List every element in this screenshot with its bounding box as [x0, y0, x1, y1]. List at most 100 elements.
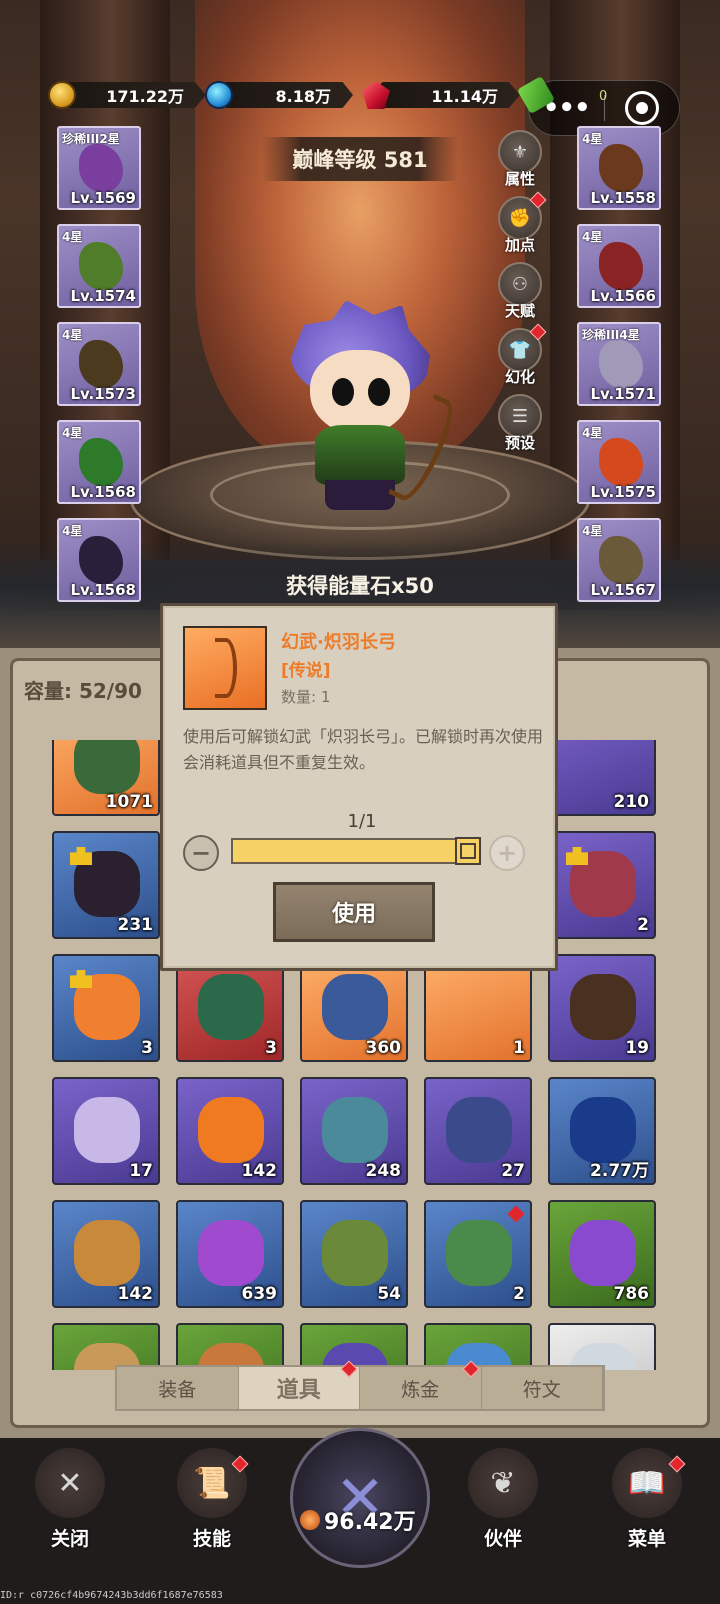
- inventory-item[interactable]: [52, 1323, 160, 1370]
- inventory-item[interactable]: 2: [548, 831, 656, 939]
- item-count: 639: [241, 1284, 278, 1304]
- nav-skill-label: 技能: [192, 1528, 231, 1550]
- slot-star-label: 4星: [62, 524, 83, 538]
- inventory-item[interactable]: 1071: [52, 740, 160, 816]
- side-button-5[interactable]: ☰ 预设: [494, 394, 546, 454]
- item-count: 2.77万: [590, 1161, 649, 1181]
- close-mini-program-button[interactable]: [605, 91, 680, 125]
- side-button-label: 属性: [504, 170, 535, 188]
- equipment-slot[interactable]: 4星 Lv.1568: [57, 518, 141, 602]
- side-button-1[interactable]: ⚜ 属性: [494, 130, 546, 190]
- item-art-icon: [570, 1097, 636, 1163]
- gear-icon: [79, 536, 123, 584]
- inventory-item[interactable]: 54: [300, 1200, 408, 1308]
- gold-amount: 171.22万: [66, 82, 206, 108]
- inventory-item[interactable]: 17: [52, 1077, 160, 1185]
- battle-power-value: 96.42万: [324, 1510, 416, 1535]
- equipment-slot[interactable]: 4星 Lv.1566: [577, 224, 661, 308]
- slot-level: Lv.1573: [70, 385, 136, 403]
- hero-eye: [332, 378, 354, 406]
- slider-handle[interactable]: [455, 837, 481, 865]
- item-description: 使用后可解锁幻武「炽羽长弓」。已解锁时再次使用会消耗道具但不重复生效。: [183, 727, 544, 772]
- inventory-item[interactable]: 231: [52, 831, 160, 939]
- item-art-icon: [74, 740, 140, 794]
- equipment-slot[interactable]: 4星 Lv.1568: [57, 420, 141, 504]
- inventory-item[interactable]: [548, 1323, 656, 1370]
- inventory-item[interactable]: [176, 1323, 284, 1370]
- item-thumbnail: [183, 626, 267, 710]
- item-use-dialog: 幻武·炽羽长弓 [传说] 数量: 1 使用后可解锁幻武「炽羽长弓」。已解锁时再次…: [160, 603, 558, 971]
- slot-star-label: 4星: [62, 328, 83, 342]
- item-count: 19: [625, 1038, 649, 1058]
- nav-skill[interactable]: 📜 技能: [162, 1448, 262, 1550]
- item-count: 210: [613, 792, 650, 812]
- nav-battle[interactable]: ✕: [290, 1428, 430, 1568]
- item-art-icon: [446, 1220, 512, 1286]
- gear-icon: [79, 438, 123, 486]
- inventory-item[interactable]: 19: [548, 954, 656, 1062]
- item-art-icon: [198, 974, 264, 1040]
- gear-icon: [79, 242, 123, 290]
- nav-close[interactable]: ✕ 关闭: [20, 1448, 120, 1550]
- side-button-4[interactable]: 👕 幻化: [494, 323, 547, 388]
- diamond-amount: 8.18万: [223, 82, 353, 108]
- equipment-slot[interactable]: 4星 Lv.1575: [577, 420, 661, 504]
- app-root: 171.22万 8.18万 11.14万 ••• 0 巅峰等级 581 获得能量…: [0, 0, 720, 1604]
- puzzle-piece-icon: [70, 847, 92, 865]
- side-button-label: 预设: [504, 434, 535, 452]
- gold-counter[interactable]: 171.22万: [48, 80, 206, 110]
- inventory-item[interactable]: 2.77万: [548, 1077, 656, 1185]
- inventory-item[interactable]: 248: [300, 1077, 408, 1185]
- inventory-item[interactable]: [300, 1323, 408, 1370]
- item-art-icon: [570, 974, 636, 1040]
- tab-1[interactable]: 装备: [117, 1367, 239, 1409]
- item-art-icon: [446, 1097, 512, 1163]
- item-count: 360: [365, 1038, 402, 1058]
- inventory-item[interactable]: 27: [424, 1077, 532, 1185]
- equipment-slot[interactable]: 4星 Lv.1567: [577, 518, 661, 602]
- increase-button[interactable]: +: [489, 835, 525, 871]
- longbow-icon: [215, 638, 237, 698]
- power-orb-icon: [300, 1510, 320, 1530]
- ticket-counter[interactable]: [516, 75, 556, 115]
- slot-level: Lv.1568: [70, 581, 136, 599]
- nav-partner[interactable]: ❦ 伙伴: [453, 1448, 553, 1550]
- puzzle-piece-icon: [70, 970, 92, 988]
- inventory-item[interactable]: 210: [548, 740, 656, 816]
- equipment-slot[interactable]: 4星 Lv.1574: [57, 224, 141, 308]
- nav-menu[interactable]: 📖 菜单: [597, 1448, 697, 1550]
- decrease-button[interactable]: −: [183, 835, 219, 871]
- inventory-item[interactable]: 142: [176, 1077, 284, 1185]
- equipment-slot[interactable]: 4星 Lv.1573: [57, 322, 141, 406]
- tab-4[interactable]: 符文: [482, 1367, 603, 1409]
- inventory-item[interactable]: 639: [176, 1200, 284, 1308]
- equipment-slot[interactable]: 4星 Lv.1558: [577, 126, 661, 210]
- inventory-item[interactable]: 2: [424, 1200, 532, 1308]
- equipment-slot[interactable]: 珍稀III2星 Lv.1569: [57, 126, 141, 210]
- puzzle-piece-icon: [566, 847, 588, 865]
- use-button[interactable]: 使用: [273, 882, 435, 942]
- item-count: 17: [129, 1161, 153, 1181]
- equipment-slot[interactable]: 珍稀III4星 Lv.1571: [577, 322, 661, 406]
- session-id: ID:r c0726cf4b9674243b3dd6f1687e76583: [0, 1590, 223, 1601]
- tab-label: 符文: [522, 1378, 561, 1401]
- inventory-item[interactable]: [424, 1323, 532, 1370]
- ruby-counter[interactable]: 11.14万: [362, 80, 520, 110]
- side-button-2[interactable]: ✊ 加点: [494, 191, 547, 256]
- inventory-item[interactable]: 786: [548, 1200, 656, 1308]
- ticket-amount: 0: [599, 89, 608, 104]
- diamond-counter[interactable]: 8.18万: [205, 80, 353, 110]
- tab-3[interactable]: 炼金: [360, 1360, 482, 1409]
- quantity-slider[interactable]: [231, 837, 481, 865]
- item-art-icon: [74, 1097, 140, 1163]
- slot-level: Lv.1571: [590, 385, 656, 403]
- blue-gem-icon: [205, 81, 233, 109]
- tab-2[interactable]: 道具: [238, 1360, 360, 1409]
- inventory-item[interactable]: 142: [52, 1200, 160, 1308]
- peak-level-banner: 巅峰等级 581: [262, 137, 458, 181]
- nav-close-label: 关闭: [50, 1528, 89, 1550]
- hero-character[interactable]: [270, 300, 462, 515]
- inventory-item[interactable]: 3: [52, 954, 160, 1062]
- slot-star-label: 4星: [62, 426, 83, 440]
- side-button-3[interactable]: ⚇ 天赋: [494, 262, 546, 322]
